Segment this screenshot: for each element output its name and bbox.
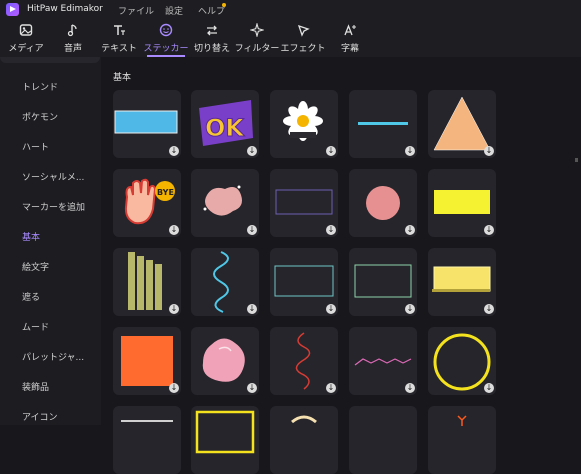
sidebar-item-decoration[interactable]: 装飾品	[22, 380, 49, 393]
download-icon[interactable]: ↓	[169, 146, 179, 156]
main-toolbar: メディア 音声 テキスト ステッカー 切り替え フィルター エフェクト 字幕	[0, 19, 581, 57]
tab-subtitle[interactable]: 字幕	[337, 19, 363, 57]
tab-text[interactable]: テキスト	[99, 19, 139, 57]
tab-filter-label: フィルター	[234, 44, 280, 54]
sticker-yellow-3d-rectangle[interactable]: ↓	[428, 248, 496, 316]
sticker-pink-blob[interactable]: ↓	[191, 169, 259, 237]
tab-filter[interactable]: フィルター	[234, 19, 280, 57]
tab-audio[interactable]: 音声	[58, 19, 88, 57]
sticker-pink-paint-blob[interactable]: ↓	[191, 327, 259, 395]
download-icon[interactable]: ↓	[484, 146, 494, 156]
scrollbar-thumb[interactable]	[575, 158, 578, 162]
sticker-teal-frame[interactable]: ↓	[270, 248, 338, 316]
text-icon	[112, 19, 126, 41]
media-icon	[19, 19, 33, 41]
sticker-red-squiggle[interactable]: ↓	[270, 327, 338, 395]
title-bar: HitPaw Edimakor ファイル 設定 ヘルプ	[0, 0, 581, 19]
sticker-row5-item-1[interactable]	[113, 406, 181, 474]
download-icon[interactable]: ↓	[405, 146, 415, 156]
sticker-bye-hand[interactable]: BYE ↓	[113, 169, 181, 237]
sticker-daisy[interactable]: ↓	[270, 90, 338, 158]
download-icon[interactable]: ↓	[405, 383, 415, 393]
sidebar-item-block[interactable]: 遮る	[22, 290, 40, 303]
sidebar-item-emoji[interactable]: 絵文字	[22, 260, 49, 273]
download-icon[interactable]: ↓	[326, 304, 336, 314]
tab-audio-label: 音声	[63, 44, 82, 54]
sticker-blue-squiggle[interactable]: ↓	[191, 248, 259, 316]
sidebar-item-icon[interactable]: アイコン	[22, 410, 58, 423]
download-icon[interactable]: ↓	[247, 225, 257, 235]
download-icon[interactable]: ↓	[247, 304, 257, 314]
sticker-peach-triangle[interactable]: ↓	[428, 90, 496, 158]
sticker-cyan-line[interactable]: ↓	[349, 90, 417, 158]
app-title: HitPaw Edimakor	[27, 4, 103, 14]
download-icon[interactable]: ↓	[405, 225, 415, 235]
download-icon[interactable]: ↓	[405, 304, 415, 314]
download-icon[interactable]: ↓	[247, 383, 257, 393]
sidebar-item-mood[interactable]: ムード	[22, 320, 49, 333]
category-sidebar: トレンド ポケモン ハート ソーシャルメ... マーカーを追加 基本 絵文字 遮…	[0, 57, 101, 425]
sticker-yellow-rectangle[interactable]: ↓	[428, 169, 496, 237]
filter-sparkle-icon	[250, 19, 264, 41]
menu-help[interactable]: ヘルプ	[198, 4, 225, 17]
download-icon[interactable]: ↓	[169, 304, 179, 314]
menu-settings[interactable]: 設定	[165, 4, 183, 17]
menu-file[interactable]: ファイル	[118, 4, 154, 17]
tab-subtitle-label: 字幕	[340, 44, 359, 54]
notification-dot	[222, 3, 226, 7]
sticker-green-frame[interactable]: ↓	[349, 248, 417, 316]
sidebar-item-pokemon[interactable]: ポケモン	[22, 110, 58, 123]
tab-text-label: テキスト	[101, 44, 137, 54]
sticker-row5-item-5[interactable]	[428, 406, 496, 474]
sticker-gallery: 基本 ↓ OK ↓ ↓ ↓ ↓ BYE ↓ ↓ ↓ ↓ ↓ ↓ ↓ ↓ ↓ ↓ …	[101, 57, 581, 474]
effect-icon	[296, 19, 310, 41]
sticker-pink-circle[interactable]: ↓	[349, 169, 417, 237]
tab-media[interactable]: メディア	[6, 19, 46, 57]
tab-media-label: メディア	[8, 44, 44, 54]
sidebar-item-add-marker[interactable]: マーカーを追加	[22, 200, 85, 213]
download-icon[interactable]: ↓	[484, 304, 494, 314]
music-note-icon	[66, 19, 80, 41]
sidebar-item-social-media[interactable]: ソーシャルメ...	[22, 170, 84, 183]
download-icon[interactable]: ↓	[169, 225, 179, 235]
tab-effect-label: エフェクト	[280, 44, 326, 54]
download-icon[interactable]: ↓	[484, 383, 494, 393]
download-icon[interactable]: ↓	[326, 383, 336, 393]
download-icon[interactable]: ↓	[247, 146, 257, 156]
section-title: 基本	[113, 73, 132, 83]
transition-icon	[205, 19, 219, 41]
download-icon[interactable]: ↓	[326, 225, 336, 235]
sidebar-scroll-stub	[0, 57, 100, 63]
tab-sticker[interactable]: ステッカー	[143, 19, 189, 57]
sidebar-item-palette[interactable]: パレットジャ...	[22, 350, 84, 363]
ok-sticker-text: OK	[205, 114, 245, 142]
app-logo-icon	[6, 3, 19, 16]
download-icon[interactable]: ↓	[169, 383, 179, 393]
tab-transition[interactable]: 切り替え	[191, 19, 233, 57]
bye-sticker-text: BYE	[157, 188, 174, 197]
sidebar-item-trend[interactable]: トレンド	[22, 80, 58, 93]
download-icon[interactable]: ↓	[484, 225, 494, 235]
tab-effect[interactable]: エフェクト	[280, 19, 326, 57]
download-icon[interactable]: ↓	[326, 146, 336, 156]
sticker-orange-square[interactable]: ↓	[113, 327, 181, 395]
tab-transition-label: 切り替え	[193, 44, 230, 54]
sticker-yellow-ring[interactable]: ↓	[428, 327, 496, 395]
sidebar-item-heart[interactable]: ハート	[22, 140, 49, 153]
sticker-icon	[159, 19, 173, 41]
sticker-cyan-rectangle[interactable]: ↓	[113, 90, 181, 158]
tab-sticker-label: ステッカー	[143, 44, 189, 54]
sticker-row5-item-3[interactable]	[270, 406, 338, 474]
sticker-row5-item-4[interactable]	[349, 406, 417, 474]
sticker-purple-frame[interactable]: ↓	[270, 169, 338, 237]
sticker-ok[interactable]: OK ↓	[191, 90, 259, 158]
sticker-olive-bars[interactable]: ↓	[113, 248, 181, 316]
sidebar-item-basic[interactable]: 基本	[22, 230, 40, 243]
sticker-pink-zigzag[interactable]: ↓	[349, 327, 417, 395]
sticker-row5-item-2[interactable]	[191, 406, 259, 474]
subtitle-icon	[343, 19, 357, 41]
